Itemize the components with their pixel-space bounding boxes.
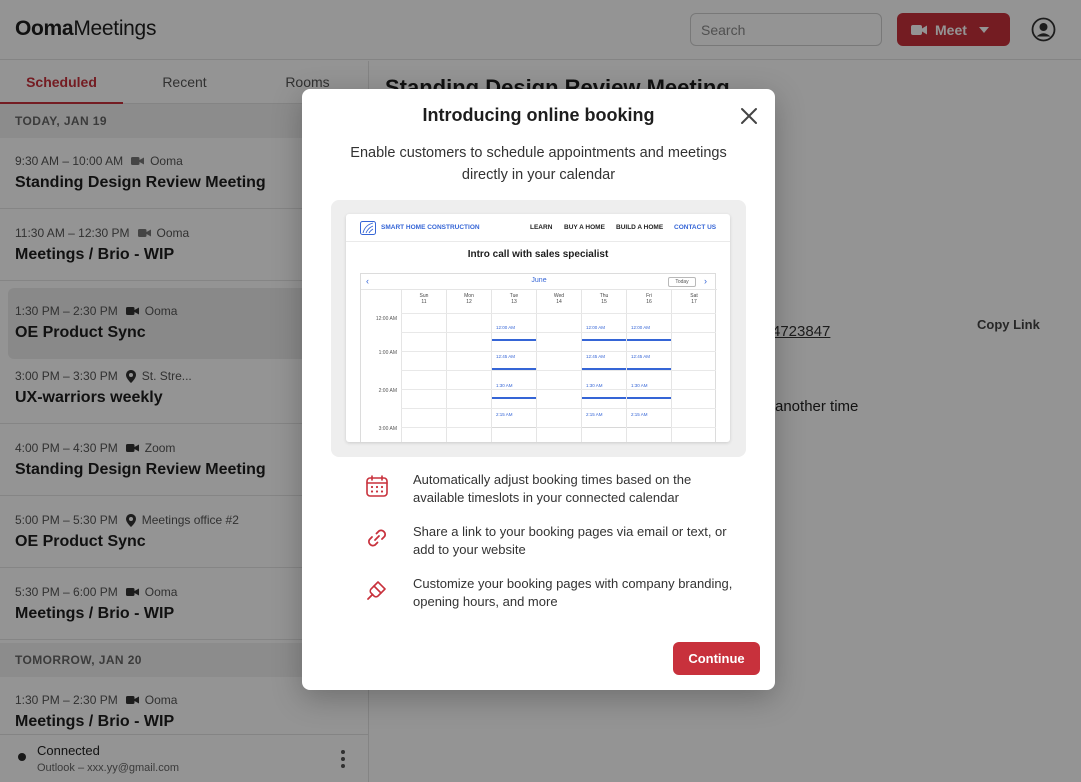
time-label: 2:00 AM <box>378 388 397 394</box>
day-number: 16 <box>646 299 652 305</box>
preview-nav-link: BUY A HOME <box>564 224 605 231</box>
modal-title: Introducing online booking <box>422 105 655 125</box>
preview-today-button: Today <box>668 277 696 287</box>
preview-nav-link: CONTACT US <box>674 224 717 231</box>
grid-line <box>401 370 716 371</box>
preview-nav-link: LEARN <box>530 224 553 231</box>
preview-card: SMART HOME CONSTRUCTION LEARN BUY A HOME… <box>346 214 730 442</box>
time-slot: 1:30 AM <box>627 372 671 399</box>
time-slot: 2:15 AM <box>627 401 671 428</box>
time-slot: 2:15 AM <box>582 401 626 428</box>
preview-month: June <box>531 277 547 284</box>
booking-page-preview: SMART HOME CONSTRUCTION LEARN BUY A HOME… <box>331 200 746 457</box>
time-slot: 2:15 AM <box>492 401 536 428</box>
preview-calendar: ‹ June Today › Sun 11 Mon 12 Tue 13 Wed 14 T… <box>360 273 717 442</box>
continue-button[interactable]: Continue <box>673 642 760 675</box>
day-number: 13 <box>511 299 517 305</box>
time-label: 12:00 AM <box>375 316 397 322</box>
preview-heading: Intro call with sales specialist <box>467 249 609 260</box>
day-number: 15 <box>601 299 607 305</box>
day-number: 11 <box>421 299 427 305</box>
time-slot: 1:30 AM <box>492 372 536 399</box>
day-number: 17 <box>691 299 697 305</box>
time-slot: 12:00 AM <box>582 314 626 341</box>
preview-calendar-header: ‹ June Today › <box>361 274 717 290</box>
paintbrush-icon <box>367 581 386 600</box>
company-logo-icon <box>360 221 376 235</box>
modal-subtitle: Enable customers to schedule appointment… <box>350 145 727 183</box>
calendar-icon <box>366 475 388 497</box>
time-slot: 12:45 AM <box>627 343 671 370</box>
time-label: 3:00 AM <box>378 426 397 432</box>
feature-text: Automatically adjust booking times based… <box>413 472 692 505</box>
feature-text: Share a link to your booking pages via e… <box>413 524 727 557</box>
online-booking-modal: Introducing online booking Enable custom… <box>302 89 775 690</box>
time-slot: 12:45 AM <box>582 343 626 370</box>
link-icon <box>368 529 386 547</box>
time-slot: 1:30 AM <box>582 372 626 399</box>
time-slot: 12:00 AM <box>492 314 536 341</box>
day-number: 12 <box>466 299 472 305</box>
close-icon[interactable] <box>738 105 760 127</box>
feature-text: Customize your booking pages with compan… <box>413 576 733 609</box>
time-slot: 12:00 AM <box>627 314 671 341</box>
time-label: 1:00 AM <box>378 350 397 356</box>
preview-nav-link: BUILD A HOME <box>616 224 664 231</box>
chevron-right-icon: › <box>704 276 707 286</box>
day-number: 14 <box>556 299 562 305</box>
time-slot: 12:45 AM <box>492 343 536 370</box>
preview-brand: SMART HOME CONSTRUCTION <box>381 224 480 231</box>
preview-navbar: SMART HOME CONSTRUCTION LEARN BUY A HOME… <box>346 214 730 242</box>
